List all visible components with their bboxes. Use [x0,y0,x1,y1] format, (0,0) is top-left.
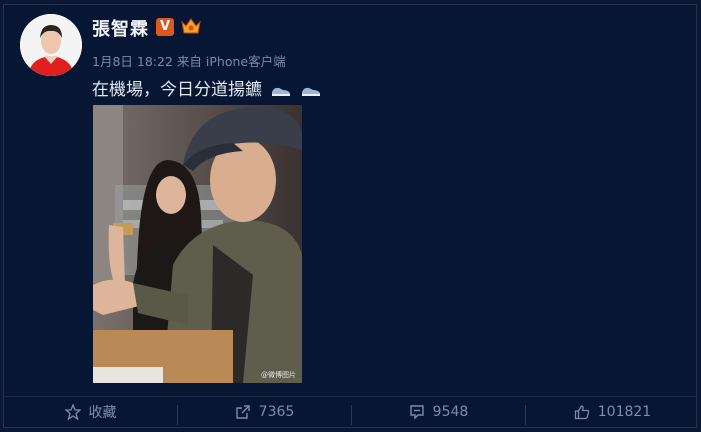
shoe-emoji-icon [301,87,320,96]
username[interactable]: 張智霖 [92,15,149,41]
post-text: 在機場，今日分道揚鑣 [92,75,321,100]
repost-button[interactable]: 7365 [178,397,351,427]
favorite-label: 收藏 [88,405,117,421]
like-button[interactable]: 101821 [526,397,696,427]
favorite-button[interactable]: 收藏 [4,397,177,427]
comment-icon [409,405,424,420]
verified-icon: V [156,18,174,36]
star-icon [64,404,81,420]
photo-image [93,105,302,383]
post-photo[interactable]: @微博图片 [93,105,302,383]
weibo-post-card: 張智霖 V 1月8日 18:22 来自 iPhone客户端 在機場，今日分道揚鑣 [3,4,697,428]
repost-count: 7365 [258,404,295,420]
post-time[interactable]: 1月8日 18:22 [92,54,173,69]
action-bar: 收藏 7365 9548 101821 [4,396,696,427]
photo-watermark: @微博图片 [261,371,296,379]
shoe-emoji-icon [272,87,291,96]
share-icon [235,405,250,419]
source-prefix: 来自 [176,54,202,69]
thumbs-up-icon [574,405,590,420]
avatar-image [20,14,82,76]
like-count: 101821 [597,404,652,420]
post-text-content: 在機場，今日分道揚鑣 [92,80,262,100]
post-meta: 1月8日 18:22 来自 iPhone客户端 [92,51,286,70]
avatar[interactable] [20,14,82,76]
crown-icon[interactable] [180,16,202,36]
comment-button[interactable]: 9548 [352,397,525,427]
comment-count: 9548 [432,404,469,420]
post-source[interactable]: iPhone客户端 [206,54,286,69]
